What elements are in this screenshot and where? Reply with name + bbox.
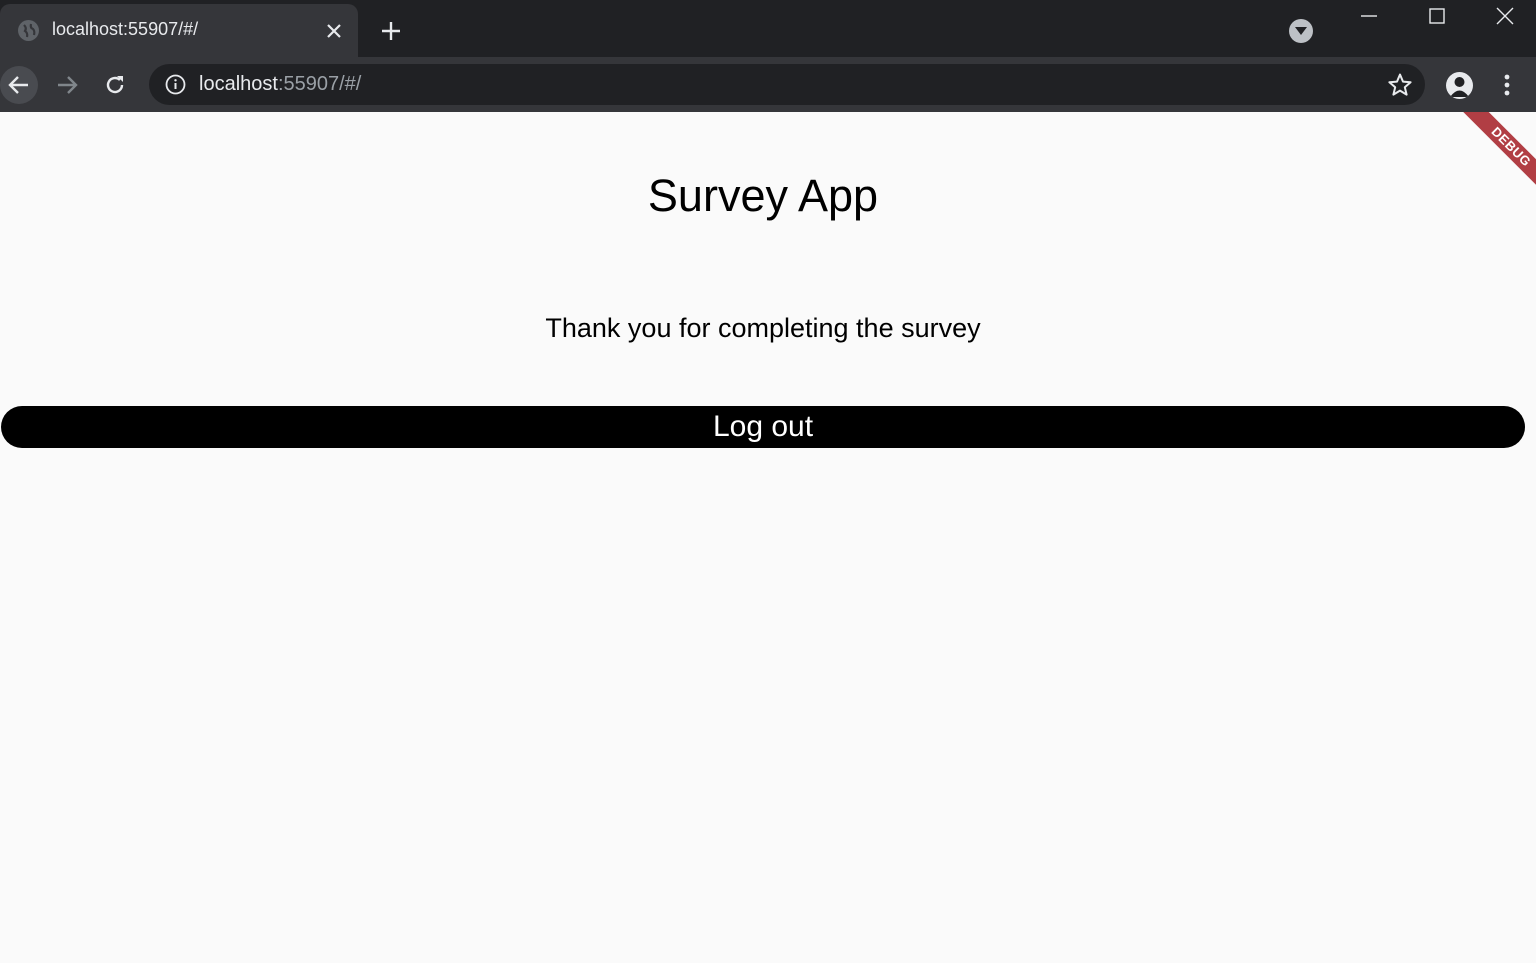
profile-icon[interactable] — [1446, 72, 1473, 99]
browser-tab[interactable]: localhost:55907/#/ — [0, 4, 358, 57]
close-tab-icon[interactable] — [322, 19, 346, 43]
maximize-icon[interactable] — [1414, 0, 1460, 32]
reload-icon[interactable] — [96, 66, 134, 104]
minimize-icon[interactable] — [1346, 0, 1392, 32]
app-viewport: Survey App Thank you for completing the … — [0, 112, 1536, 963]
globe-icon — [18, 20, 39, 41]
url-path: :55907/#/ — [277, 73, 362, 95]
chevron-down-icon[interactable] — [1289, 19, 1313, 43]
tab-strip: localhost:55907/#/ — [0, 0, 1536, 57]
logout-button[interactable]: Log out — [1, 406, 1525, 448]
window-close-icon[interactable] — [1482, 0, 1528, 32]
star-icon[interactable] — [1387, 72, 1413, 98]
new-tab-icon[interactable] — [377, 17, 405, 45]
completion-message: Thank you for completing the survey — [545, 313, 981, 343]
address-bar[interactable]: localhost:55907/#/ — [149, 64, 1425, 105]
tab-title: localhost:55907/#/ — [52, 19, 199, 39]
more-vert-icon[interactable] — [1494, 70, 1520, 100]
info-icon[interactable] — [165, 74, 186, 95]
browser-toolbar: localhost:55907/#/ — [0, 57, 1536, 112]
url-text: localhost:55907/#/ — [199, 73, 361, 96]
url-host: localhost — [199, 73, 278, 95]
arrow-left-icon[interactable] — [0, 66, 38, 104]
arrow-right-icon[interactable] — [48, 66, 86, 104]
page-title: Survey App — [647, 170, 879, 221]
